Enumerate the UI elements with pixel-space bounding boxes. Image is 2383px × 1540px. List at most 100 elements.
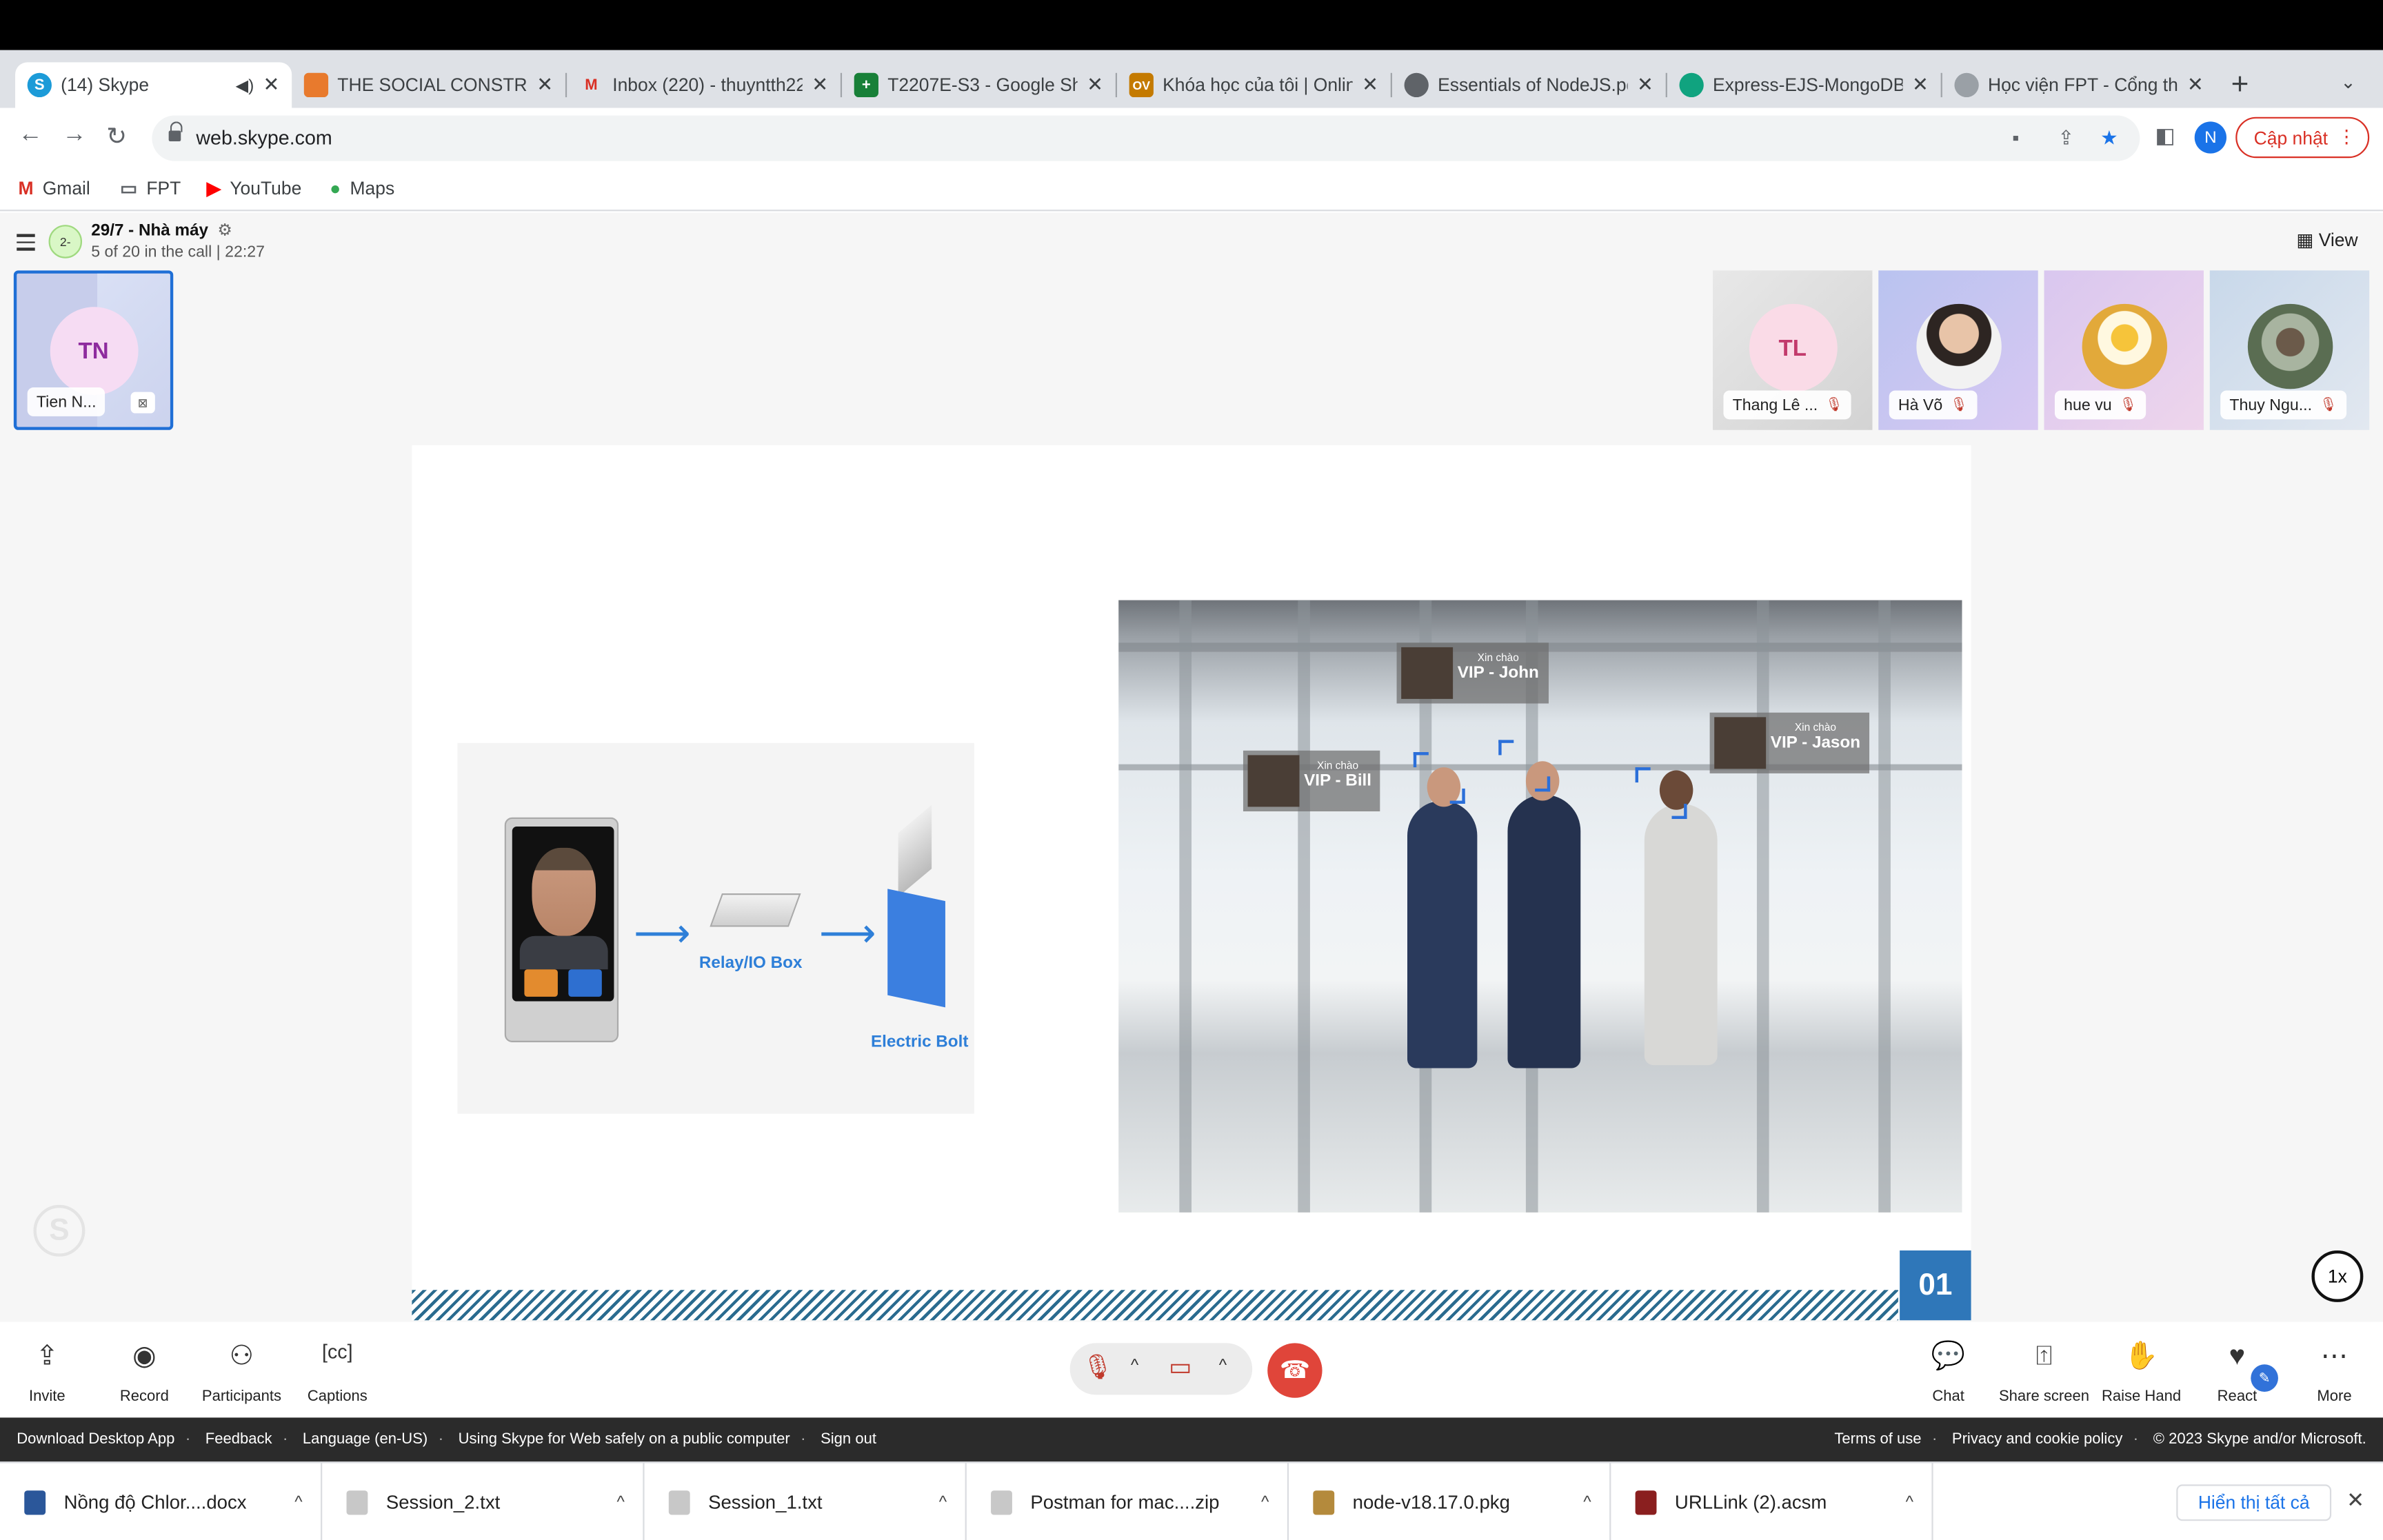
gmail-icon: M [18,177,34,199]
reload-icon[interactable]: ↻ [106,121,127,152]
address-bar[interactable]: web.skype.com ▪ ⇪ ★ [152,115,2140,161]
share-screen-button[interactable]: ⍐ Share screen [1994,1340,2094,1406]
download-item[interactable]: Session_1.txt ^ [645,1463,967,1540]
vip-greeting: Xin chào [1794,723,1836,734]
shared-screen-slide: ⟶ Relay/IO Box ⟶ Electric Bolt Xin chào … [412,445,1971,1321]
share-icon[interactable]: ⇪ [2058,126,2074,150]
bookmark-maps[interactable]: ● Maps [330,178,394,199]
call-subtitle: 5 of 20 in the call | 22:27 [91,243,265,262]
download-item[interactable]: Session_2.txt ^ [322,1463,645,1540]
bookmark-youtube[interactable]: ▶ YouTube [207,178,302,199]
bookmark-label: FPT [146,177,181,199]
chevron-up-icon[interactable]: ^ [294,1494,302,1512]
text-file-icon [346,1490,368,1515]
pencil-icon[interactable]: ✎ [2251,1364,2278,1392]
mic-muted-icon[interactable]: 🎙 [1082,1352,1113,1383]
download-filename: URLLink (2).acsm [1674,1492,1827,1514]
show-all-downloads-button[interactable]: Hiển thị tất cả [2176,1484,2332,1521]
tab-nodejs-pdf[interactable]: Essentials of NodeJS.pd ✕ [1392,62,1666,108]
participant-tile[interactable]: hue vu 🎙 [2044,270,2204,430]
chevron-up-icon[interactable]: ^ [1131,1357,1138,1375]
chevron-up-icon[interactable]: ^ [1906,1494,1913,1512]
download-item[interactable]: Postman for mac....zip ^ [967,1463,1289,1540]
profile-avatar[interactable]: N [2194,121,2227,154]
camera-blocked-icon[interactable]: ▪ [2012,126,2019,149]
bookmark-gmail[interactable]: M Gmail [18,178,90,199]
sign-out-link[interactable]: Sign out [821,1431,876,1448]
chevron-up-icon[interactable]: ^ [939,1494,947,1512]
update-button[interactable]: Cập nhật ⋮ [2235,116,2370,159]
participant-tile[interactable]: Thuy Ngu... 🎙 [2209,270,2370,430]
tab-fpt-portal[interactable]: Học viện FPT - Cổng thô ✕ [1942,62,2216,108]
close-tab-icon[interactable]: ✕ [812,73,828,97]
forward-arrow-icon[interactable]: → [62,121,86,149]
download-item[interactable]: node-v18.17.0.pkg ^ [1289,1463,1611,1540]
tab-skype[interactable]: S (14) Skype ◀) ✕ [15,62,292,108]
close-tab-icon[interactable]: ✕ [2187,73,2204,97]
avatar: TN [49,307,138,396]
raise-hand-button[interactable]: ✋ Raise Hand [2091,1340,2191,1406]
access-control-diagram: ⟶ Relay/IO Box ⟶ Electric Bolt [457,742,974,1114]
close-downloads-icon[interactable]: ✕ [2346,1488,2364,1513]
feedback-link[interactable]: Feedback [205,1431,272,1448]
tab-title: Inbox (220) - thuyntth22 [612,74,803,96]
close-tab-icon[interactable]: ✕ [1362,73,1378,97]
safety-link[interactable]: Using Skype for Web safely on a public c… [459,1431,790,1448]
tab-social-construction[interactable]: THE SOCIAL CONSTRUC ✕ [292,62,565,108]
self-video-tile[interactable]: TN Tien N... ⊠ [13,270,174,430]
menu-icon[interactable] [17,234,35,254]
tab-online-courses[interactable]: OV Khóa học của tôi | Online ✕ [1117,62,1391,108]
avatar [2081,303,2166,389]
camera-off-icon[interactable]: ▭ [1169,1352,1192,1383]
speed-button[interactable]: 1x [2311,1250,2364,1302]
lock-icon[interactable] [168,121,183,143]
download-filename: Session_1.txt [708,1492,823,1514]
chevron-up-icon[interactable]: ^ [1583,1494,1591,1512]
download-item[interactable]: Nồng độ Chlor....docx ^ [0,1463,323,1540]
close-tab-icon[interactable]: ✕ [1912,73,1929,97]
call-title-text: 29/7 - Nhà máy [91,221,209,241]
bookmark-fpt[interactable]: ▭ FPT [120,178,181,199]
participant-tile[interactable]: TL Thang Lê ... 🎙 [1713,270,1873,430]
tab-gmail-inbox[interactable]: M Inbox (220) - thuyntth22 ✕ [567,62,841,108]
close-tab-icon[interactable]: ✕ [1087,73,1103,97]
language-link[interactable]: Language (en-US) [303,1431,428,1448]
more-button[interactable]: ⋯ More [2284,1340,2383,1406]
side-panel-icon[interactable]: ◧ [2155,123,2175,149]
kebab-menu-icon[interactable]: ⋮ [2337,126,2355,148]
chevron-up-icon[interactable]: ^ [1261,1494,1269,1512]
end-call-button[interactable]: ☎ [1267,1343,1323,1398]
participant-tile[interactable]: Hà Võ 🎙 [1878,270,2038,430]
view-button[interactable]: ▦ View [2296,230,2357,251]
speaker-icon[interactable]: ◀) [236,75,254,94]
new-tab-button[interactable]: + [2231,68,2249,103]
download-app-link[interactable]: Download Desktop App [17,1431,174,1448]
tab-search-chevron-icon[interactable]: ⌄ [2340,72,2355,93]
close-tab-icon[interactable]: ✕ [1637,73,1653,97]
terms-link[interactable]: Terms of use [1834,1431,1921,1448]
react-button[interactable]: ♥ ✎ React [2187,1340,2287,1406]
invite-button[interactable]: ⇪ Invite [0,1340,97,1406]
relay-label: Relay/IO Box [698,954,803,973]
gmail-icon: M [585,77,598,94]
record-button[interactable]: ◉ Record [94,1340,194,1406]
chat-button[interactable]: 💬 Chat [1898,1340,1998,1406]
hand-icon: ✋ [2124,1340,2159,1371]
bookmark-star-icon[interactable]: ★ [2100,126,2118,150]
privacy-link[interactable]: Privacy and cookie policy [1952,1431,2122,1448]
participants-button[interactable]: ⚇ Participants [192,1340,292,1406]
participant-name: Thuy Ngu... [2229,396,2313,414]
download-item[interactable]: URLLink (2).acsm ^ [1611,1463,1933,1540]
back-arrow-icon[interactable]: ← [18,121,42,149]
close-tab-icon[interactable]: ✕ [536,73,553,97]
vip-name: VIP - Jason [1770,733,1861,753]
chevron-up-icon[interactable]: ^ [616,1494,624,1512]
call-title[interactable]: 29/7 - Nhà máy ⚙ [91,221,232,241]
close-tab-icon[interactable]: ✕ [263,73,280,97]
captions-button[interactable]: [cc] Captions [288,1340,388,1406]
tab-google-sheets[interactable]: + T2207E-S3 - Google Sh ✕ [842,62,1116,108]
tab-express-ejs[interactable]: Express-EJS-MongoDB ✕ [1667,62,1941,108]
chevron-up-icon[interactable]: ^ [1219,1357,1227,1375]
settings-gear-icon[interactable]: ⚙ [217,222,232,240]
media-controls: 🎙 ^ ▭ ^ [1069,1343,1253,1395]
